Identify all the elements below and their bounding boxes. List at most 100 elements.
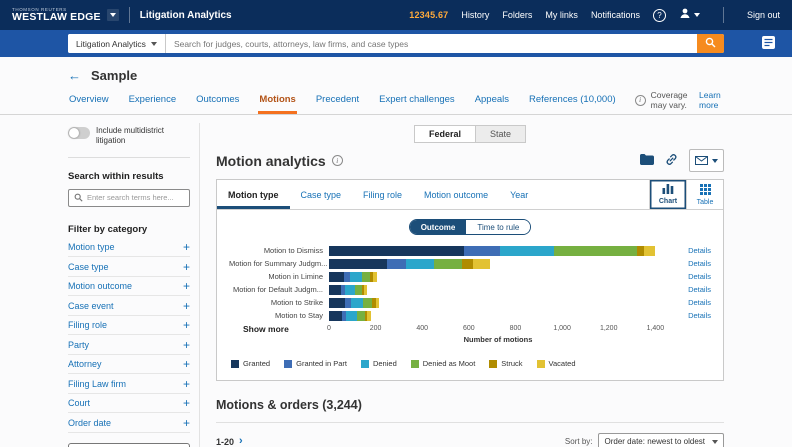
chart-tab-filing-role[interactable]: Filing role (352, 180, 413, 209)
details-link[interactable]: Details (667, 246, 711, 255)
jurisdiction-state[interactable]: State (476, 125, 526, 143)
pagination[interactable]: 1-20 › (216, 436, 243, 447)
bar-segment-denied[interactable] (500, 246, 554, 256)
learn-more-link[interactable]: Learn more (699, 90, 724, 110)
filter-filing-role[interactable]: Filing role+ (68, 316, 190, 336)
bar-segment-granted[interactable] (329, 311, 342, 321)
bar-segment-granted[interactable] (329, 298, 345, 308)
sign-out-link[interactable]: Sign out (747, 10, 780, 20)
tab-outcomes[interactable]: Outcomes (195, 88, 240, 114)
bar-segment-denied-as-moot[interactable] (362, 272, 370, 282)
bar-segment-granted-in-part[interactable] (387, 259, 406, 269)
sort-dropdown[interactable]: Order date: newest to oldest (598, 433, 725, 447)
details-link[interactable]: Details (667, 272, 711, 281)
plus-icon[interactable]: + (183, 397, 190, 409)
search-within-input[interactable] (87, 193, 184, 202)
folder-button[interactable] (640, 153, 654, 168)
plus-icon[interactable]: + (183, 378, 190, 390)
chart-tab-motion-type[interactable]: Motion type (217, 180, 290, 209)
show-more-link[interactable]: Show more (229, 324, 329, 334)
plus-icon[interactable]: + (183, 280, 190, 292)
topnav-history[interactable]: History (461, 10, 489, 20)
mode-time-to-rule[interactable]: Time to rule (466, 220, 530, 234)
bar-segment-denied-as-moot[interactable] (357, 311, 365, 321)
back-arrow-icon[interactable]: ← (68, 69, 81, 82)
bar-segment-denied[interactable] (350, 272, 362, 282)
filter-order-date[interactable]: Order date+ (68, 413, 190, 433)
filter-court[interactable]: Court+ (68, 394, 190, 414)
toggle-switch[interactable] (68, 127, 90, 139)
plus-icon[interactable]: + (183, 339, 190, 351)
product-switcher-caret[interactable] (107, 9, 119, 21)
plus-icon[interactable]: + (183, 319, 190, 331)
plus-icon[interactable]: + (183, 300, 190, 312)
account-menu[interactable] (679, 6, 700, 24)
filter-filing-law-firm[interactable]: Filing Law firm+ (68, 374, 190, 394)
details-link[interactable]: Details (667, 259, 711, 268)
chart-tab-year[interactable]: Year (499, 180, 539, 209)
bar-segment-denied-as-moot[interactable] (434, 259, 462, 269)
tab-motions[interactable]: Motions (258, 88, 296, 114)
deliver-button[interactable] (689, 149, 724, 172)
tab-references-10-000[interactable]: References (10,000) (528, 88, 617, 114)
info-icon[interactable]: i (332, 155, 343, 166)
bar-segment-denied-as-moot[interactable] (554, 246, 637, 256)
client-id-value[interactable]: 12345.67 (409, 10, 448, 20)
bar-segment-vacated[interactable] (373, 272, 376, 282)
bar-segment-denied[interactable] (346, 311, 356, 321)
help-icon[interactable]: ? (653, 9, 666, 22)
topnav-folders[interactable]: Folders (502, 10, 532, 20)
bar-segment-vacated[interactable] (367, 311, 370, 321)
bar-segment-struck[interactable] (462, 259, 474, 269)
tab-expert-challenges[interactable]: Expert challenges (378, 88, 456, 114)
search-button[interactable] (697, 34, 724, 53)
tab-experience[interactable]: Experience (128, 88, 178, 114)
filter-motion-outcome[interactable]: Motion outcome+ (68, 277, 190, 297)
plus-icon[interactable]: + (183, 261, 190, 273)
link-button[interactable] (665, 153, 678, 169)
tab-overview[interactable]: Overview (68, 88, 110, 114)
jurisdiction-federal[interactable]: Federal (414, 125, 476, 143)
chart-tab-motion-outcome[interactable]: Motion outcome (413, 180, 499, 209)
mode-outcome[interactable]: Outcome (410, 220, 467, 234)
tab-precedent[interactable]: Precedent (315, 88, 360, 114)
plus-icon[interactable]: + (183, 241, 190, 253)
bar-segment-vacated[interactable] (364, 285, 367, 295)
next-page-icon[interactable]: › (239, 436, 243, 447)
bar-segment-denied[interactable] (351, 298, 363, 308)
bar-segment-granted-in-part[interactable] (464, 246, 500, 256)
bar-segment-vacated[interactable] (473, 259, 489, 269)
bar-segment-denied-as-moot[interactable] (355, 285, 362, 295)
filter-case-type[interactable]: Case type+ (68, 257, 190, 277)
bar-segment-vacated[interactable] (644, 246, 656, 256)
topnav-notifications[interactable]: Notifications (591, 10, 640, 20)
bar-segment-struck[interactable] (637, 246, 644, 256)
chart-tab-case-type[interactable]: Case type (290, 180, 353, 209)
outline-button[interactable] (758, 35, 778, 53)
details-link[interactable]: Details (667, 298, 711, 307)
plus-icon[interactable]: + (183, 358, 190, 370)
view-table-button[interactable]: Table (686, 180, 723, 209)
view-chart-button[interactable]: Chart (649, 180, 686, 209)
topnav-my-links[interactable]: My links (545, 10, 578, 20)
bar-segment-granted[interactable] (329, 285, 341, 295)
plus-icon[interactable]: + (183, 417, 190, 429)
bar-segment-denied[interactable] (345, 285, 354, 295)
bar-segment-granted[interactable] (329, 246, 464, 256)
westlaw-edge-logo[interactable]: THOMSON REUTERS WESTLAW EDGE (12, 7, 119, 23)
filter-party[interactable]: Party+ (68, 335, 190, 355)
bar-segment-denied-as-moot[interactable] (363, 298, 372, 308)
details-link[interactable]: Details (667, 311, 711, 320)
filter-motion-type[interactable]: Motion type+ (68, 238, 190, 258)
bar-segment-denied[interactable] (406, 259, 434, 269)
filter-case-event[interactable]: Case event+ (68, 296, 190, 316)
bar-segment-granted[interactable] (329, 272, 344, 282)
bar-segment-vacated[interactable] (376, 298, 379, 308)
filter-attorney[interactable]: Attorney+ (68, 355, 190, 375)
tab-appeals[interactable]: Appeals (474, 88, 510, 114)
search-input[interactable] (166, 34, 697, 53)
bar-segment-granted[interactable] (329, 259, 387, 269)
advanced-filtering-button[interactable]: Advanced filtering options (68, 443, 190, 447)
details-link[interactable]: Details (667, 285, 711, 294)
search-scope-dropdown[interactable]: Litigation Analytics (68, 34, 166, 53)
